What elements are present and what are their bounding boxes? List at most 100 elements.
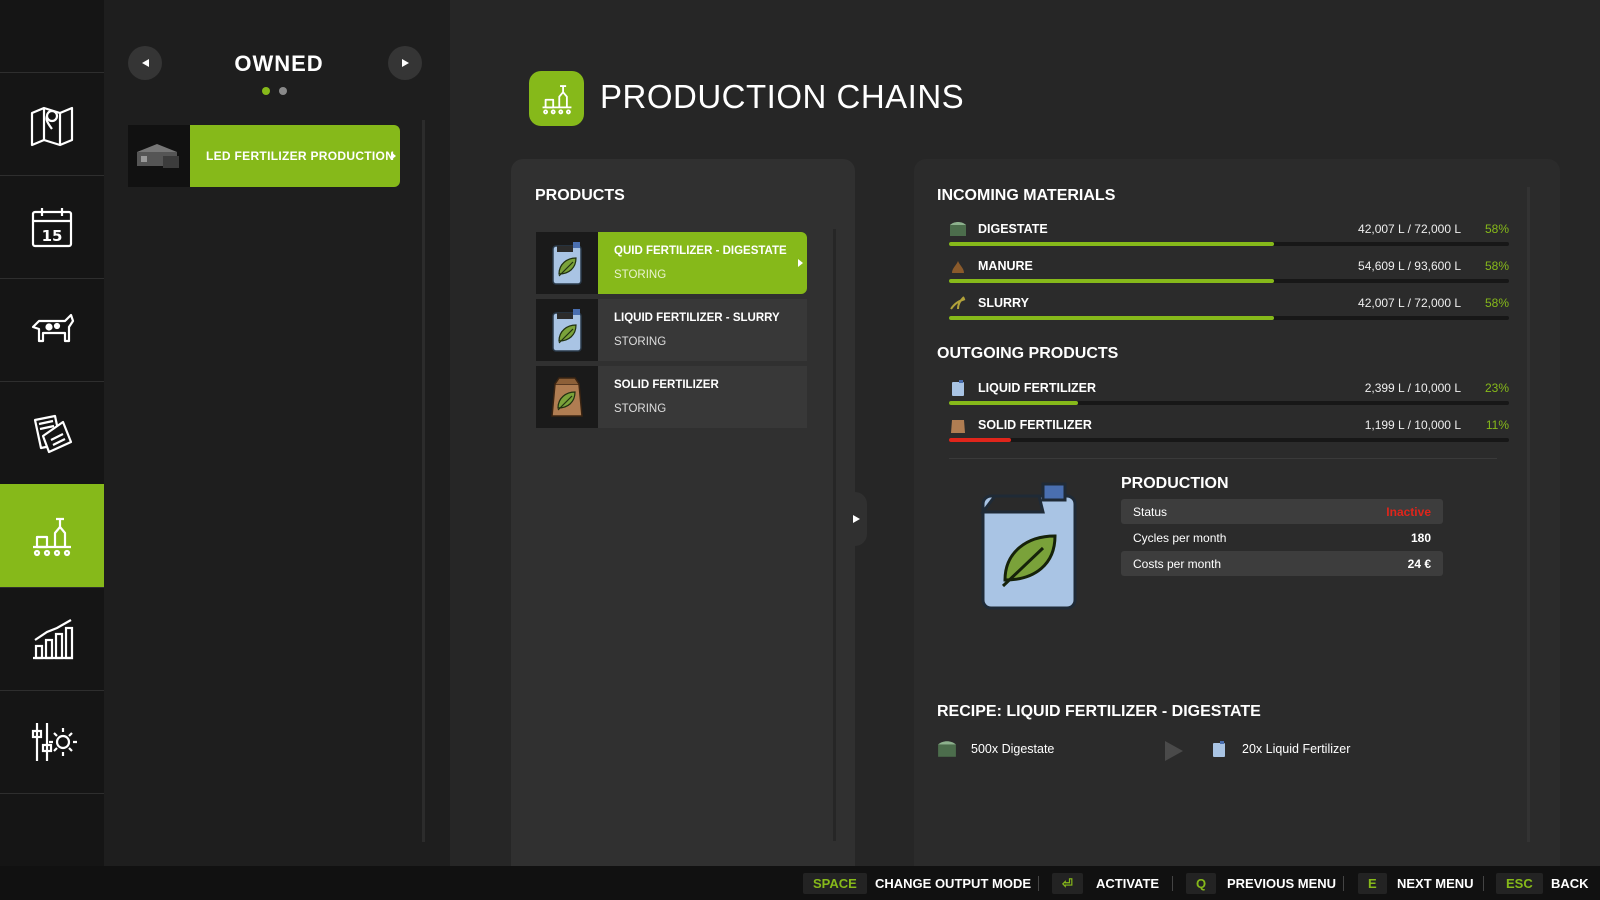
sidebar-item-production[interactable] [0, 484, 111, 587]
recipe-row: 500x Digestate 20x Liquid Fertilizer [937, 736, 1537, 764]
divider [949, 458, 1497, 459]
material-percent: 58% [1484, 222, 1509, 236]
row-label: Cycles per month [1133, 530, 1227, 545]
previous-menu-button[interactable]: PREVIOUS MENU [1227, 876, 1336, 891]
details-panel: INCOMING MATERIALS DIGESTATE 42,007 L / … [914, 159, 1560, 866]
key-enter[interactable]: ⏎ [1052, 873, 1083, 894]
owned-production-item[interactable]: LED FERTILIZER PRODUCTION [128, 125, 400, 187]
selected-arrow-icon [391, 152, 396, 160]
product-name: SOLID FERTILIZER [614, 379, 719, 391]
page-title: PRODUCTION CHAINS [600, 78, 965, 115]
digestate-icon [950, 222, 966, 236]
material-amount: 42,007 L / 72,000 L [1358, 296, 1461, 310]
costs-value: 24 € [1407, 556, 1431, 571]
arrow-right-icon [852, 515, 860, 523]
row-label: Status [1133, 504, 1168, 519]
arrow-right-icon [1165, 741, 1183, 761]
product-status: STORING [614, 336, 667, 348]
material-percent: 58% [1484, 259, 1509, 273]
production-building-icon [137, 144, 179, 168]
liquid-fertilizer-icon [552, 242, 582, 285]
material-name: DIGESTATE [978, 222, 1048, 236]
liquid-fertilizer-large-icon [980, 482, 1077, 610]
material-row: DIGESTATE 42,007 L / 72,000 L 58% [949, 219, 1509, 253]
material-row: SLURRY 42,007 L / 72,000 L 58% [949, 293, 1509, 327]
owned-title: OWNED [234, 51, 324, 76]
page-dot[interactable] [279, 87, 287, 95]
cycles-value: 180 [1410, 530, 1431, 545]
production-chains-header-icon [529, 71, 584, 126]
solid-fertilizer-icon [551, 377, 583, 417]
slurry-icon [950, 296, 966, 310]
liquid-fertilizer-icon [952, 380, 964, 396]
product-status: STORING [614, 403, 667, 415]
bottom-action-bar: SPACE CHANGE OUTPUT MODE ⏎ ACTIVATE Q PR… [0, 866, 1600, 900]
change-output-mode-button[interactable]: CHANGE OUTPUT MODE [875, 876, 1031, 891]
page-dot-active[interactable] [262, 87, 270, 95]
production-icon [33, 517, 71, 557]
material-fill [949, 316, 1274, 320]
production-cycles-row: Cycles per month 180 [1121, 525, 1443, 550]
product-status: STORING [614, 269, 667, 281]
sidebar-item-map[interactable] [0, 72, 104, 175]
statistics-icon [33, 619, 74, 660]
material-fill [949, 401, 1078, 405]
manure-icon [952, 261, 964, 273]
production-costs-row: Costs per month 24 € [1121, 551, 1443, 576]
key-q[interactable]: Q [1186, 873, 1217, 894]
owned-panel: OWNED LED FERTILIZER PRODUCTION [104, 0, 450, 866]
production-name: LED FERTILIZER PRODUCTION [206, 149, 395, 163]
arrow-right-icon [401, 59, 409, 67]
product-name: QUID FERTILIZER - DIGESTATE [614, 245, 787, 257]
material-row: SOLID FERTILIZER 1,199 L / 10,000 L 11% [949, 415, 1509, 449]
material-row: LIQUID FERTILIZER 2,399 L / 10,000 L 23% [949, 378, 1509, 412]
sidebar-item-calendar[interactable]: 15 [0, 175, 104, 278]
activate-button[interactable]: ACTIVATE [1096, 876, 1159, 891]
sidebar-item-animals[interactable] [0, 278, 104, 381]
material-row: MANURE 54,609 L / 93,600 L 58% [949, 256, 1509, 290]
panel-expand-button[interactable] [845, 492, 867, 546]
material-amount: 54,609 L / 93,600 L [1358, 259, 1461, 273]
back-button[interactable]: BACK [1551, 876, 1589, 891]
material-fill [949, 438, 1011, 442]
details-scrollbar[interactable] [1527, 187, 1530, 842]
key-e[interactable]: E [1358, 873, 1387, 894]
next-menu-button[interactable]: NEXT MENU [1397, 876, 1474, 891]
sidebar-item-contracts[interactable] [0, 381, 104, 484]
product-item[interactable]: LIQUID FERTILIZER - SLURRY STORING [536, 299, 807, 361]
material-amount: 1,199 L / 10,000 L [1364, 418, 1461, 432]
sidebar-item-settings[interactable] [0, 690, 104, 793]
sidebar-item-statistics[interactable] [0, 587, 104, 690]
owned-next-button[interactable] [388, 46, 422, 80]
key-space[interactable]: SPACE [803, 873, 867, 894]
material-percent: 23% [1484, 381, 1509, 395]
owned-scrollbar[interactable] [422, 120, 425, 842]
liquid-fertilizer-icon [1213, 741, 1225, 757]
settings-icon [31, 723, 77, 761]
product-name: LIQUID FERTILIZER - SLURRY [614, 312, 780, 324]
recipe-title: RECIPE: LIQUID FERTILIZER - DIGESTATE [937, 703, 1261, 720]
main-menu-sidebar: 15 [0, 0, 111, 866]
status-value: Inactive [1386, 504, 1431, 519]
material-amount: 42,007 L / 72,000 L [1358, 222, 1461, 236]
map-icon [30, 106, 74, 147]
animals-icon [31, 313, 75, 343]
products-scrollbar[interactable] [833, 229, 836, 841]
material-amount: 2,399 L / 10,000 L [1364, 381, 1461, 395]
digestate-icon [938, 741, 956, 757]
sidebar-divider [0, 793, 104, 866]
product-item[interactable]: SOLID FERTILIZER STORING [536, 366, 807, 428]
arrow-left-icon [141, 59, 149, 67]
owned-prev-button[interactable] [128, 46, 162, 80]
calendar-icon: 15 [31, 208, 73, 248]
production-thumbnail [128, 125, 190, 187]
material-fill [949, 279, 1274, 283]
row-label: Costs per month [1133, 556, 1222, 571]
outgoing-title: OUTGOING PRODUCTS [937, 345, 1119, 362]
production-title: PRODUCTION [1121, 475, 1229, 492]
production-icon [542, 84, 571, 114]
key-esc[interactable]: ESC [1496, 873, 1543, 894]
material-name: LIQUID FERTILIZER [978, 381, 1097, 395]
recipe-output: 20x Liquid Fertilizer [1242, 742, 1351, 756]
product-item[interactable]: QUID FERTILIZER - DIGESTATE STORING [536, 232, 807, 294]
